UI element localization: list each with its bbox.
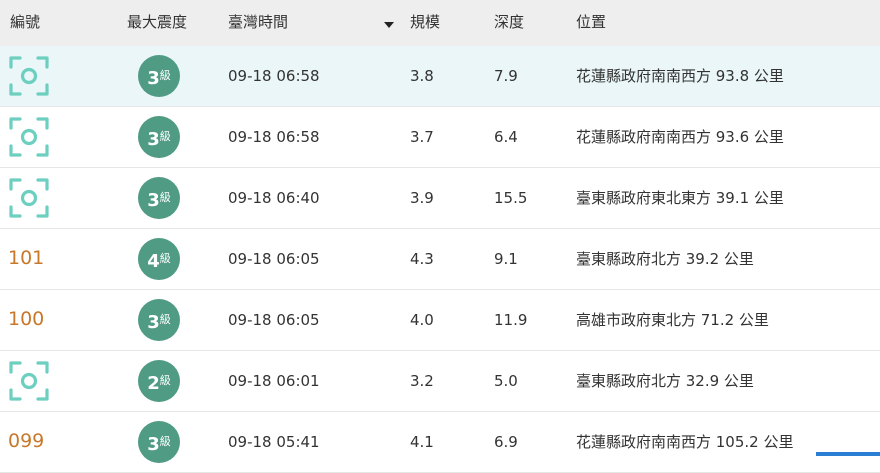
intensity-level: 3 [147, 312, 160, 333]
depth-cell: 5.0 [494, 372, 518, 390]
magnitude-cell: 4.1 [410, 433, 434, 451]
location-cell: 高雄市政府東北方 71.2 公里 [576, 311, 769, 329]
location-cell: 臺東縣政府北方 39.2 公里 [576, 250, 754, 268]
intensity-badge: 3級 [138, 116, 180, 158]
column-header-depth[interactable]: 深度 [494, 12, 524, 32]
table-row[interactable]: 3級 09-18 06:40 3.9 15.5 臺東縣政府東北東方 39.1 公里 [0, 168, 880, 229]
intensity-level: 3 [147, 129, 160, 150]
intensity-level: 4 [147, 251, 160, 272]
time-cell: 09-18 06:58 [228, 128, 320, 146]
table-row[interactable]: 3級 09-18 06:58 3.7 6.4 花蓮縣政府南南西方 93.6 公里 [0, 107, 880, 168]
intensity-unit: 級 [159, 435, 171, 448]
column-header-location[interactable]: 位置 [576, 12, 606, 32]
magnitude-cell: 4.0 [410, 311, 434, 329]
depth-cell: 6.4 [494, 128, 518, 146]
intensity-unit: 級 [159, 313, 171, 326]
scan-icon[interactable] [8, 360, 50, 402]
intensity-badge: 3級 [138, 177, 180, 219]
location-cell: 花蓮縣政府南南西方 105.2 公里 [576, 433, 794, 451]
scan-icon[interactable] [8, 177, 50, 219]
table-row[interactable]: 099 3級 09-18 05:41 4.1 6.9 花蓮縣政府南南西方 105.2 公里 [0, 412, 880, 473]
magnitude-cell: 3.8 [410, 67, 434, 85]
time-cell: 09-18 06:01 [228, 372, 320, 390]
magnitude-cell: 3.7 [410, 128, 434, 146]
location-cell: 花蓮縣政府南南西方 93.8 公里 [576, 67, 784, 85]
earthquake-number[interactable]: 100 [8, 307, 44, 331]
column-header-time[interactable]: 臺灣時間 [228, 12, 288, 32]
column-header-magnitude[interactable]: 規模 [410, 12, 440, 32]
depth-cell: 11.9 [494, 311, 528, 329]
table-row[interactable]: 3級 09-18 06:58 3.8 7.9 花蓮縣政府南南西方 93.8 公里 [0, 46, 880, 107]
scan-icon[interactable] [8, 55, 50, 97]
time-cell: 09-18 06:40 [228, 189, 320, 207]
table-row[interactable]: 2級 09-18 06:01 3.2 5.0 臺東縣政府北方 32.9 公里 [0, 351, 880, 412]
table-row[interactable]: 100 3級 09-18 06:05 4.0 11.9 高雄市政府東北方 71.2 公里 [0, 290, 880, 351]
table-header: 編號 最大震度 臺灣時間 規模 深度 位置 [0, 0, 880, 47]
time-cell: 09-18 06:05 [228, 311, 320, 329]
intensity-unit: 級 [159, 130, 171, 143]
intensity-badge: 3級 [138, 55, 180, 97]
magnitude-cell: 3.9 [410, 189, 434, 207]
earthquake-number[interactable]: 101 [8, 246, 44, 270]
intensity-unit: 級 [159, 252, 171, 265]
column-header-id[interactable]: 編號 [10, 12, 40, 32]
scan-icon[interactable] [8, 116, 50, 158]
time-cell: 09-18 06:05 [228, 250, 320, 268]
location-cell: 臺東縣政府北方 32.9 公里 [576, 372, 754, 390]
magnitude-cell: 4.3 [410, 250, 434, 268]
intensity-badge: 2級 [138, 360, 180, 402]
depth-cell: 6.9 [494, 433, 518, 451]
earthquake-number[interactable]: 099 [8, 429, 44, 453]
table-row[interactable]: 101 4級 09-18 06:05 4.3 9.1 臺東縣政府北方 39.2 公里 [0, 229, 880, 290]
intensity-level: 3 [147, 68, 160, 89]
intensity-level: 3 [147, 434, 160, 455]
intensity-unit: 級 [159, 191, 171, 204]
intensity-badge: 3級 [138, 421, 180, 463]
location-cell: 臺東縣政府東北東方 39.1 公里 [576, 189, 784, 207]
intensity-unit: 級 [159, 69, 171, 82]
intensity-badge: 3級 [138, 299, 180, 341]
location-cell: 花蓮縣政府南南西方 93.6 公里 [576, 128, 784, 146]
intensity-level: 2 [147, 373, 160, 394]
depth-cell: 7.9 [494, 67, 518, 85]
depth-cell: 9.1 [494, 250, 518, 268]
time-cell: 09-18 05:41 [228, 433, 320, 451]
depth-cell: 15.5 [494, 189, 528, 207]
column-header-max-intensity[interactable]: 最大震度 [127, 12, 187, 32]
sort-desc-icon[interactable] [384, 22, 394, 28]
scrollbar-indicator[interactable] [816, 452, 880, 456]
intensity-unit: 級 [159, 374, 171, 387]
time-cell: 09-18 06:58 [228, 67, 320, 85]
magnitude-cell: 3.2 [410, 372, 434, 390]
intensity-level: 3 [147, 190, 160, 211]
intensity-badge: 4級 [138, 238, 180, 280]
